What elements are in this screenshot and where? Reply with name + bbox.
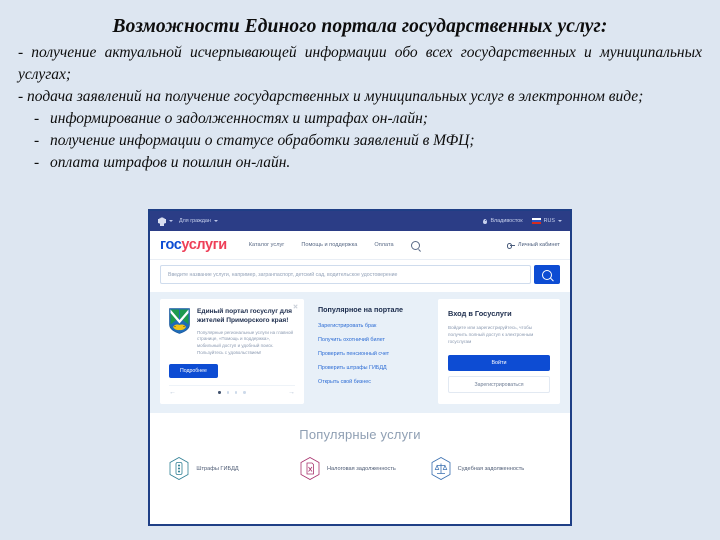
- personal-cabinet-link[interactable]: Личный кабинет: [506, 242, 560, 249]
- tax-document-icon: [300, 457, 320, 481]
- popular-link-fines[interactable]: Проверить штрафы ГИБДД: [318, 365, 426, 371]
- dash-marker: -: [34, 132, 40, 149]
- audience-selector[interactable]: Для граждан: [179, 218, 218, 224]
- popular-link-marriage[interactable]: Зарегистрировать брак: [318, 323, 426, 329]
- carousel-dot[interactable]: [243, 391, 246, 394]
- chevron-down-icon: [169, 220, 173, 222]
- language-selector[interactable]: RUS: [531, 218, 562, 224]
- site-header: госуслуги Каталог услуг Помощь и поддерж…: [150, 231, 570, 260]
- banner-text: Популярные региональные услуги на главно…: [197, 329, 293, 356]
- login-card: Вход в Госуслуги Войдите или зарегистрир…: [438, 299, 560, 405]
- logo-gos: гос: [160, 237, 182, 253]
- service-label: Судебная задолженность: [457, 465, 525, 472]
- carousel-dot[interactable]: [218, 391, 221, 394]
- login-description: Войдите или зарегистрируйтесь, чтобы пол…: [448, 325, 534, 345]
- banner-details-button[interactable]: Подробнее: [169, 363, 218, 378]
- chevron-down-icon: [213, 220, 218, 222]
- russian-flag-icon: [531, 218, 541, 224]
- bullet-text: оплата штрафов и пошлин он-лайн.: [50, 154, 291, 171]
- coat-of-arms-icon: [158, 216, 166, 226]
- page-title: Возможности Единого портала государствен…: [112, 16, 608, 37]
- bullet-item: - оплата штрафов и пошлин он-лайн.: [18, 152, 702, 174]
- audience-label: Для граждан: [179, 218, 211, 224]
- carousel-dots: [218, 391, 246, 394]
- chevron-down-icon: [558, 220, 562, 222]
- popular-title: Популярное на портале: [318, 305, 404, 314]
- emblem-menu[interactable]: [158, 216, 173, 226]
- popular-link-business[interactable]: Открыть свой бизнес: [318, 379, 426, 385]
- service-label: Штрафы ГИБДД: [196, 465, 239, 472]
- cards-row: Единый портал госуслуг для жителей Примо…: [160, 299, 560, 405]
- bullet-item: - получение актуальной исчерпывающей инф…: [18, 44, 702, 83]
- service-tax-debt[interactable]: Налоговая задолженность: [300, 457, 420, 481]
- bullet-text: получение информации о статусе обработки…: [50, 132, 475, 149]
- main-nav: Каталог услуг Помощь и поддержка Оплата: [249, 240, 420, 250]
- popular-services-title: Популярные услуги: [299, 427, 421, 443]
- close-icon[interactable]: [293, 304, 298, 309]
- personal-cabinet-label: Личный кабинет: [517, 242, 560, 248]
- gosuslugi-screenshot: Для граждан Владивосток RUS госуслуги Ка…: [148, 209, 572, 526]
- nav-item-help[interactable]: Помощь и поддержка: [301, 242, 357, 248]
- popular-services-section: Популярные услуги Штрафы ГИБДД Налоговая…: [150, 413, 570, 497]
- bullet-item: - информирование о задолженностях и штраф…: [18, 108, 702, 130]
- banner-carousel: ← →: [169, 384, 295, 396]
- location-selector[interactable]: Владивосток: [483, 218, 523, 224]
- map-pin-icon: [483, 218, 488, 224]
- register-button[interactable]: Зарегистрироваться: [448, 376, 550, 394]
- bullet-item: - получение информации о статусе обработк…: [18, 130, 702, 152]
- popular-on-portal: Популярное на портале Зарегистрировать б…: [312, 299, 430, 404]
- gosuslugi-logo[interactable]: госуслуги: [160, 237, 227, 253]
- search-submit-button[interactable]: [534, 265, 560, 284]
- service-traffic-fines[interactable]: Штрафы ГИБДД: [169, 457, 289, 481]
- regional-banner: Единый портал госуслуг для жителей Примо…: [160, 299, 304, 405]
- logo-uslugi: услуги: [181, 237, 227, 253]
- nav-item-catalog[interactable]: Каталог услуг: [249, 242, 285, 248]
- carousel-dot[interactable]: [226, 391, 229, 394]
- traffic-light-icon: [169, 457, 189, 481]
- carousel-dot[interactable]: [235, 391, 238, 394]
- search-icon[interactable]: [410, 240, 420, 250]
- search-bar: Введите название услуги, например, загра…: [150, 260, 570, 292]
- popular-services-row: Штрафы ГИБДД Налоговая задолженность Суд…: [150, 457, 570, 481]
- utility-bar: Для граждан Владивосток RUS: [150, 211, 570, 231]
- primorsky-krai-coat-of-arms-icon: [169, 308, 190, 334]
- nav-item-payment[interactable]: Оплата: [374, 242, 393, 248]
- key-icon: [506, 243, 515, 249]
- location-label: Владивосток: [490, 218, 523, 224]
- service-label: Налоговая задолженность: [326, 465, 396, 472]
- login-button[interactable]: Войти: [448, 355, 550, 372]
- slide-canvas: Возможности Единого портала государствен…: [0, 0, 720, 540]
- scales-of-justice-icon: [431, 457, 451, 481]
- popular-link-hunting[interactable]: Получить охотничий билет: [318, 337, 426, 343]
- text-block: Возможности Единого портала государствен…: [0, 16, 720, 174]
- banner-title: Единый портал госуслуг для жителей Примо…: [197, 308, 293, 324]
- popular-link-pension[interactable]: Проверить пенсионный счет: [318, 351, 426, 357]
- dash-marker: -: [34, 110, 40, 127]
- service-court-debt[interactable]: Судебная задолженность: [431, 457, 551, 481]
- search-icon: [542, 269, 552, 280]
- dash-marker: -: [34, 154, 40, 171]
- login-title: Вход в Госуслуги: [448, 309, 512, 318]
- bullet-item: - подача заявлений на получение государс…: [18, 88, 644, 105]
- arrow-left-icon[interactable]: ←: [169, 389, 176, 396]
- language-label: RUS: [543, 218, 555, 224]
- arrow-right-icon[interactable]: →: [288, 389, 295, 396]
- bullet-text: информирование о задолженностях и штрафа…: [50, 110, 428, 127]
- search-input[interactable]: Введите название услуги, например, загра…: [160, 265, 531, 284]
- portal-body: Единый портал госуслуг для жителей Примо…: [150, 292, 570, 414]
